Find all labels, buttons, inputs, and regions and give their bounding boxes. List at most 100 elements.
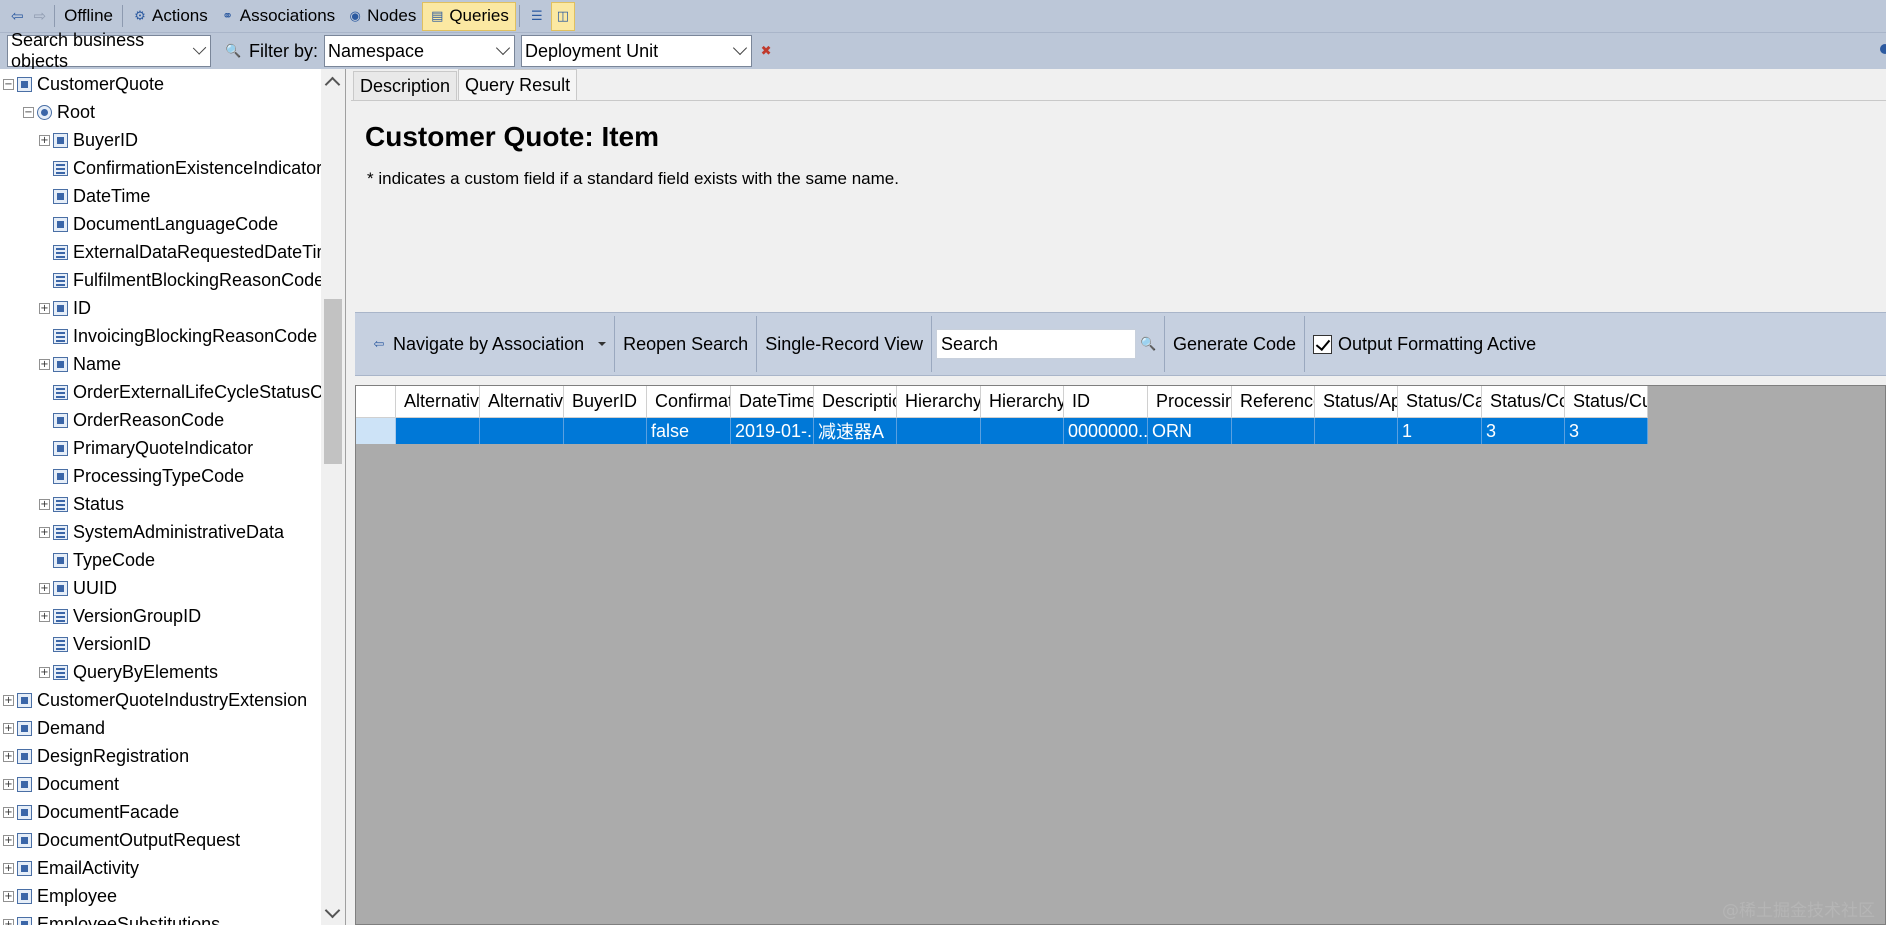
tree-item[interactable]: + DesignRegistration (3, 742, 189, 770)
tree-item[interactable]: + CustomerQuoteIndustryExtension (3, 686, 307, 714)
nodes-button[interactable]: ◉ Nodes (341, 2, 422, 31)
tree-scrollbar[interactable] (321, 69, 345, 925)
tree-item[interactable]: + ID (39, 294, 91, 322)
vertical-layout-button[interactable]: ◫ (550, 1, 575, 31)
offline-button[interactable]: Offline (58, 2, 119, 31)
search-icon[interactable]: 🔍 (1140, 336, 1156, 352)
collapse-icon[interactable]: − (3, 78, 14, 90)
tree-item[interactable]: − Root (23, 98, 95, 126)
search-icon[interactable]: 🔍 (225, 43, 241, 59)
tree-item[interactable]: + Name (39, 350, 121, 378)
tree-item[interactable]: InvoicingBlockingReasonCode (39, 322, 317, 350)
tree-item[interactable]: TypeCode (39, 546, 155, 574)
tree-item[interactable]: + Status (39, 490, 124, 518)
single-record-view-button[interactable]: Single-Record View (757, 319, 931, 369)
reopen-search-button[interactable]: Reopen Search (615, 319, 756, 369)
expand-icon[interactable]: + (39, 498, 50, 510)
expand-icon[interactable]: + (39, 302, 50, 314)
column-header[interactable]: Confirmatic (647, 386, 731, 418)
table-cell[interactable]: 减速器A (814, 418, 897, 444)
tree-item[interactable]: OrderReasonCode (39, 406, 224, 434)
column-header[interactable]: Status/Con: (1482, 386, 1565, 418)
column-header[interactable]: AlternativeI (480, 386, 564, 418)
tree-item[interactable]: PrimaryQuoteIndicator (39, 434, 253, 462)
tree-item[interactable]: DocumentLanguageCode (39, 210, 278, 238)
column-header[interactable]: Status/App (1315, 386, 1398, 418)
table-cell[interactable] (480, 418, 564, 444)
table-row[interactable]: false 2019-01-... 减速器A 0000000... ORN 1 3 3 (356, 418, 1648, 444)
table-cell[interactable]: 0000000... (1064, 418, 1148, 444)
table-cell[interactable]: 1 (1398, 418, 1482, 444)
clear-filter-icon[interactable]: ✖ (758, 43, 774, 59)
column-header[interactable]: ID (1064, 386, 1148, 418)
table-cell[interactable] (981, 418, 1064, 444)
tree-item[interactable]: ProcessingTypeCode (39, 462, 244, 490)
output-formatting-toggle[interactable]: Output Formatting Active (1305, 319, 1544, 369)
table-cell[interactable]: false (647, 418, 731, 444)
scroll-up-icon[interactable] (324, 76, 341, 93)
back-arrow-icon[interactable]: ⇦ (6, 7, 29, 25)
column-header[interactable]: AlternativeI (396, 386, 480, 418)
expand-icon[interactable]: + (3, 918, 14, 925)
table-cell[interactable]: 2019-01-... (731, 418, 814, 444)
tree-item[interactable]: + DocumentOutputRequest (3, 826, 240, 854)
business-object-search-combo[interactable]: Search business objects (7, 30, 211, 71)
tree-item[interactable]: ConfirmationExistenceIndicator (39, 154, 322, 182)
expand-icon[interactable]: + (39, 358, 50, 370)
tree-item[interactable]: + Document (3, 770, 119, 798)
forward-arrow-icon[interactable]: ⇨ (29, 7, 52, 25)
expand-icon[interactable]: + (3, 862, 14, 874)
expand-icon[interactable]: + (39, 526, 50, 538)
column-header[interactable]: Processing (1148, 386, 1232, 418)
table-cell[interactable]: 3 (1565, 418, 1648, 444)
associations-button[interactable]: ⚭ Associations (214, 2, 341, 31)
tree-item[interactable]: + Employee (3, 882, 117, 910)
expand-icon[interactable]: + (3, 890, 14, 902)
navigate-by-association-button[interactable]: ⇦ Navigate by Association (363, 319, 614, 369)
collapse-icon[interactable]: − (23, 106, 34, 118)
tab-query-result[interactable]: Query Result (458, 69, 578, 100)
tree-item[interactable]: + UUID (39, 574, 117, 602)
tree-item[interactable]: + EmployeeSubstitutions (3, 910, 220, 925)
expand-icon[interactable]: + (3, 694, 14, 706)
tree-item[interactable]: FulfilmentBlockingReasonCode (39, 266, 324, 294)
table-cell[interactable]: 3 (1482, 418, 1565, 444)
table-cell[interactable] (1315, 418, 1398, 444)
table-cell[interactable] (897, 418, 981, 444)
expand-icon[interactable]: + (39, 582, 50, 594)
expand-icon[interactable]: + (3, 806, 14, 818)
column-header[interactable]: ReferenceIn (1232, 386, 1315, 418)
tree-item[interactable]: DateTime (39, 182, 150, 210)
namespace-combo[interactable]: Namespace (324, 35, 516, 67)
column-header[interactable]: Status/Canc (1398, 386, 1482, 418)
table-cell[interactable] (564, 418, 647, 444)
column-header[interactable]: HierarchyRe (981, 386, 1064, 418)
output-formatting-checkbox[interactable] (1313, 334, 1333, 354)
actions-button[interactable]: ⚙ Actions (126, 2, 214, 31)
column-header[interactable]: Status/Cus (1565, 386, 1648, 418)
tree-item[interactable]: OrderExternalLifeCycleStatusCode (39, 378, 345, 406)
expand-icon[interactable]: + (3, 750, 14, 762)
column-header[interactable]: Description (814, 386, 897, 418)
column-header[interactable]: BuyerID (564, 386, 647, 418)
expand-icon[interactable]: + (39, 610, 50, 622)
column-header[interactable]: HierarchyRe (897, 386, 981, 418)
expand-icon[interactable]: + (3, 834, 14, 846)
tree-item[interactable]: + Demand (3, 714, 105, 742)
generate-code-button[interactable]: Generate Code (1165, 319, 1304, 369)
scroll-down-icon[interactable] (324, 902, 341, 919)
tree-item[interactable]: − CustomerQuote (3, 70, 164, 98)
tree-item[interactable]: + BuyerID (39, 126, 138, 154)
row-selector[interactable] (356, 418, 396, 444)
tree-item[interactable]: ExternalDataRequestedDateTime (39, 238, 341, 266)
column-header[interactable]: DateTime (731, 386, 814, 418)
tree-item[interactable]: VersionID (39, 630, 151, 658)
tree-item[interactable]: + EmailActivity (3, 854, 139, 882)
deployment-unit-combo[interactable]: Deployment Unit (521, 35, 753, 67)
tree-item[interactable]: + DocumentFacade (3, 798, 179, 826)
expand-icon[interactable]: + (39, 134, 50, 146)
tree-item[interactable]: + VersionGroupID (39, 602, 201, 630)
tab-description[interactable]: Description (353, 71, 458, 100)
tree-item[interactable]: + QueryByElements (39, 658, 218, 686)
queries-button[interactable]: ▤ Queries (422, 1, 516, 31)
